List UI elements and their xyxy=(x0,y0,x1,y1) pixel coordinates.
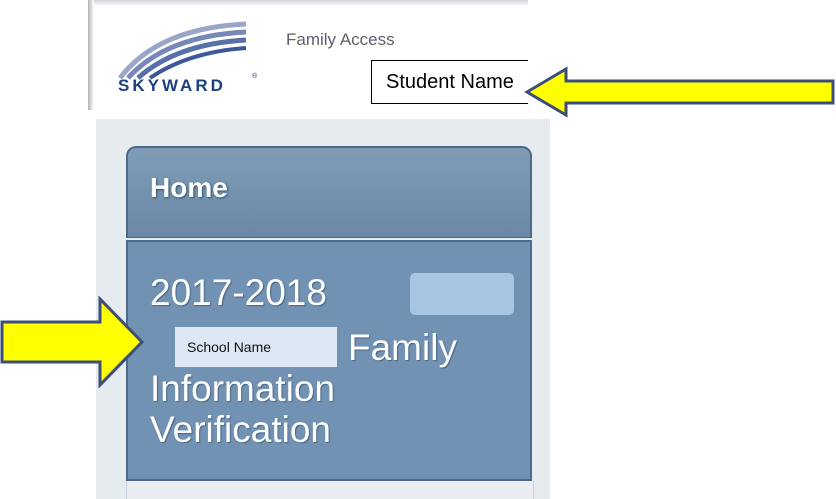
skyward-logo: SKYWARD ® xyxy=(118,18,268,110)
app-title: Family Access xyxy=(286,30,395,49)
header-left-edge xyxy=(88,0,94,110)
skyward-header: SKYWARD ® Family Access Student Name xyxy=(88,0,528,110)
brand-registered-mark: ® xyxy=(252,73,258,80)
brand-text: SKYWARD xyxy=(118,76,226,95)
sidebar-item-next[interactable] xyxy=(126,481,534,499)
school-name-label: School Name xyxy=(187,339,272,355)
item-line-information: Information xyxy=(150,368,336,409)
home-label: Home xyxy=(150,172,228,203)
arrow-left-icon xyxy=(524,66,835,118)
sidebar-panel: Home 2017-2018 School Name Family Inform… xyxy=(96,119,550,499)
redacted-block xyxy=(410,273,514,315)
item-year: 2017-2018 xyxy=(150,272,327,313)
header-top-edge xyxy=(88,0,528,6)
sidebar-item-family-information-verification[interactable]: 2017-2018 School Name Family Information… xyxy=(126,240,532,481)
item-line-verification: Verification xyxy=(150,409,331,450)
skyward-swoosh-icon xyxy=(118,21,247,80)
arrow-right-icon xyxy=(0,296,145,388)
school-name-box: School Name xyxy=(175,327,337,367)
student-name-label: Student Name xyxy=(386,70,514,93)
item-word-family: Family xyxy=(348,327,457,368)
sidebar-item-home[interactable]: Home xyxy=(126,146,532,238)
student-name-box[interactable]: Student Name xyxy=(371,60,528,104)
